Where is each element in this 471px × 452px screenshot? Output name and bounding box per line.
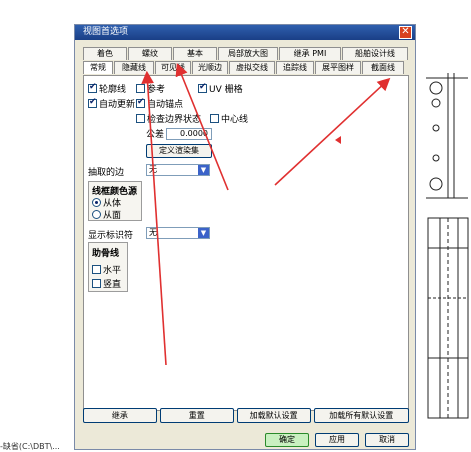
tab-visible-lines[interactable]: 可见线 — [155, 61, 191, 74]
show-identifier-select[interactable]: 无 ▼ — [146, 227, 210, 239]
uv-grid-label: UV 栅格 — [209, 85, 243, 95]
reference-option[interactable]: 参考 — [136, 82, 165, 95]
tab-general[interactable]: 常规 — [83, 61, 113, 74]
tab-inherit-pmi[interactable]: 继承 PMI — [279, 47, 341, 60]
define-render-set-button[interactable]: 定义渲染集 — [146, 144, 212, 158]
tab-trace-lines[interactable]: 追踪线 — [276, 61, 314, 74]
tab-flat-pattern[interactable]: 展平图样 — [315, 61, 361, 74]
tab-row-1: 着色 螺纹 基本 局部放大图 继承 PMI 船舶设计线 — [83, 47, 409, 60]
ok-button[interactable]: 确定 — [265, 433, 309, 447]
aux-line-group: 助骨线 水平 竖直 — [88, 242, 128, 292]
silhouette-label: 轮廓线 — [99, 85, 127, 95]
check-boundary-checkbox[interactable] — [136, 114, 145, 123]
silhouette-checkbox[interactable] — [88, 82, 97, 93]
check-boundary-label: 检查边界状态 — [147, 115, 202, 125]
tolerance-label: 公差 — [146, 130, 165, 140]
vertical-option[interactable]: 竖直 — [92, 277, 121, 290]
show-identifier-label: 显示标识符 — [88, 231, 134, 241]
from-face-label: 从面 — [103, 211, 122, 221]
from-face-option[interactable]: 从面 — [92, 208, 121, 221]
dialog-button-row: 确定 应用 取消 — [265, 433, 409, 447]
load-default-button[interactable]: 加载默认设置 — [236, 408, 311, 423]
reset-button[interactable]: 重置 — [159, 408, 234, 423]
extract-edges-value: 无 — [149, 165, 157, 174]
load-all-default-button[interactable]: 加载所有默认设置 — [313, 408, 409, 423]
aux-line-title: 助骨线 — [92, 249, 120, 259]
chevron-down-icon[interactable]: ▼ — [198, 165, 209, 175]
centerline-option[interactable]: 中心线 — [210, 112, 248, 125]
tab-row-2: 常规 隐藏线 可见线 光顺边 虚拟交线 追踪线 展平图样 截面线 — [83, 61, 405, 74]
tab-thread[interactable]: 螺纹 — [128, 47, 172, 60]
general-tab-panel: 轮廓线 参考 UV 栅格 自动更新 自动锚点 检查边界状态 中心线 公差 — [83, 75, 409, 411]
tab-shading[interactable]: 着色 — [83, 47, 127, 60]
background-drawing — [426, 73, 469, 419]
chevron-down-icon[interactable]: ▼ — [198, 228, 209, 238]
cancel-button[interactable]: 取消 — [365, 433, 409, 447]
centerline-label: 中心线 — [221, 115, 249, 125]
view-preferences-dialog: 视图首选项 ✕ 着色 螺纹 基本 局部放大图 继承 PMI 船舶设计线 常规 隐… — [74, 24, 416, 450]
vertical-label: 竖直 — [103, 280, 122, 290]
tolerance-row: 公差 0.0000 — [146, 127, 213, 140]
background-note: -缺省(C:\DBT\... — [0, 442, 60, 451]
show-identifier-label-row: 显示标识符 — [88, 228, 133, 241]
close-icon[interactable]: ✕ — [399, 26, 412, 39]
tab-detail-view[interactable]: 局部放大图 — [218, 47, 278, 60]
dialog-title-bar: 视图首选项 ✕ — [75, 25, 415, 40]
tolerance-input[interactable]: 0.0000 — [166, 127, 213, 140]
inherit-button[interactable]: 继承 — [83, 408, 157, 423]
from-face-radio[interactable] — [92, 210, 101, 219]
footer-button-row: 继承 重置 加载默认设置 加载所有默认设置 — [83, 408, 409, 423]
auto-update-label: 自动更新 — [99, 100, 136, 110]
reference-label: 参考 — [147, 85, 166, 95]
centerline-checkbox[interactable] — [210, 114, 219, 123]
tab-basic[interactable]: 基本 — [173, 47, 217, 60]
vertical-checkbox[interactable] — [92, 279, 101, 288]
silhouette-option[interactable]: 轮廓线 — [88, 82, 126, 95]
extract-edges-label-row: 抽取的边 — [88, 165, 124, 178]
uv-grid-checkbox[interactable] — [198, 82, 207, 93]
apply-button[interactable]: 应用 — [315, 433, 359, 447]
line-color-source-group: 线框颜色源 从体 从面 — [88, 181, 142, 221]
tab-smooth-edges[interactable]: 光顺边 — [192, 61, 228, 74]
horizontal-label: 水平 — [103, 266, 122, 276]
tab-section-lines[interactable]: 截面线 — [362, 61, 404, 74]
tab-virtual-intersections[interactable]: 虚拟交线 — [229, 61, 275, 74]
auto-anchor-checkbox[interactable] — [136, 97, 145, 108]
uv-grid-option[interactable]: UV 栅格 — [198, 82, 243, 95]
tab-hidden-lines[interactable]: 隐藏线 — [114, 61, 154, 74]
from-body-radio[interactable] — [92, 198, 101, 207]
horizontal-option[interactable]: 水平 — [92, 263, 121, 276]
dialog-title: 视图首选项 — [83, 27, 129, 37]
auto-anchor-label: 自动锚点 — [147, 100, 184, 110]
extract-edges-label: 抽取的边 — [88, 168, 125, 178]
tab-ship-design-line[interactable]: 船舶设计线 — [342, 47, 408, 60]
horizontal-checkbox[interactable] — [92, 265, 101, 274]
check-boundary-option[interactable]: 检查边界状态 — [136, 112, 201, 125]
show-identifier-value: 无 — [149, 228, 157, 237]
auto-anchor-option[interactable]: 自动锚点 — [136, 97, 183, 110]
auto-update-option[interactable]: 自动更新 — [88, 97, 135, 110]
reference-checkbox[interactable] — [136, 84, 145, 93]
extract-edges-select[interactable]: 无 ▼ — [146, 164, 210, 176]
auto-update-checkbox[interactable] — [88, 97, 97, 108]
